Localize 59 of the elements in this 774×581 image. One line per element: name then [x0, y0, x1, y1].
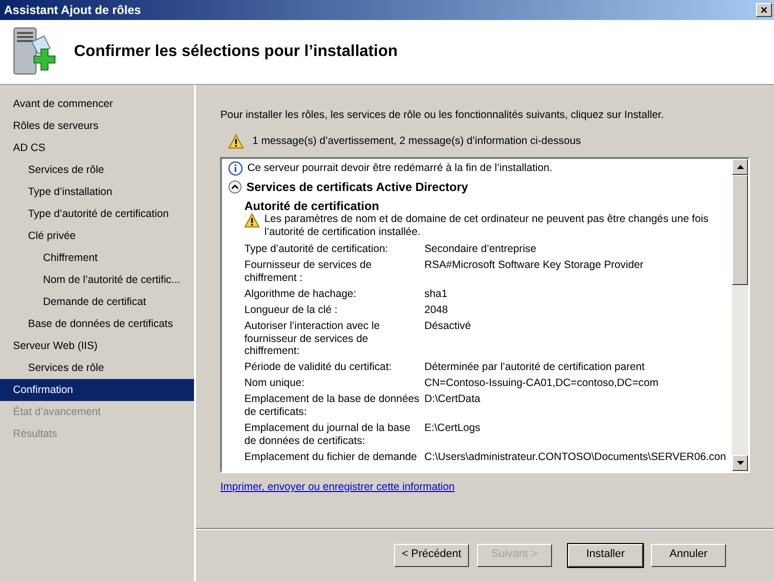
warning-message: Les paramètres de nom et de domaine de cet ordinateur ne peuvent pas être changés une fois l’autorité de certification installée. — [264, 213, 710, 240]
field-value: 2048 — [424, 304, 448, 317]
print-link[interactable]: Imprimer, envoyer ou enregistrer cette information — [220, 480, 455, 494]
wizard-button[interactable]: < Précédent — [394, 544, 469, 566]
info-icon — [228, 160, 244, 176]
field-value: Déterminée par l’autorité de certification parent — [424, 361, 645, 374]
field-value: Désactivé — [424, 320, 471, 334]
field-label: Autoriser l’interaction avec le fournisseur de services de chiffrement: — [244, 320, 381, 358]
field-label: Type d’autorité de certification: — [244, 243, 390, 256]
field-value: RSA#Microsoft Software Key Storage Provider — [424, 258, 644, 273]
section-title: Services de certificats Active Directory — [246, 180, 468, 195]
sidebar-item[interactable]: Type d’autorité de certification — [0, 203, 194, 225]
sidebar-item[interactable]: Demande de certificat — [0, 291, 194, 313]
field-label: Nom unique: — [244, 377, 306, 390]
sidebar-item: État d’avancement — [12, 404, 102, 420]
close-button[interactable]: × — [756, 3, 772, 17]
window-title: Assistant Ajout de rôles — [4, 2, 141, 18]
scroll-up-button[interactable] — [732, 158, 748, 175]
sidebar-item[interactable]: Nom de l’autorité de certific... — [0, 269, 194, 291]
field-value: E:\CertLogs — [424, 422, 480, 436]
field-label: Emplacement du journal de la base de données de certificats: — [244, 422, 412, 448]
wizard-button[interactable]: Installer — [568, 544, 643, 566]
sidebar-item[interactable]: Services de rôle — [0, 357, 194, 379]
warning-icon — [228, 134, 244, 149]
scroll-thumb[interactable] — [732, 174, 748, 285]
wizard-button[interactable]: Annuler — [651, 544, 726, 566]
field-value: C:\Users\administrateur.CONTOSO\Documents\SERVER06.con — [424, 450, 726, 464]
sidebar-item[interactable]: Services de rôle — [0, 159, 194, 181]
page-heading: Confirmer les sélections pour l’installation — [74, 42, 398, 62]
field-label: Algorithme de hachage: — [244, 288, 358, 301]
collapse-icon[interactable] — [228, 180, 242, 194]
field-label: Longueur de la clé : — [244, 304, 338, 317]
field-label: Emplacement du fichier de demande — [244, 450, 418, 464]
sidebar-item[interactable]: Clé privée — [0, 225, 194, 247]
field-label: Fournisseur de services de chiffrement : — [244, 258, 373, 285]
sidebar-item[interactable]: AD CS — [0, 137, 194, 159]
warning-icon — [244, 213, 260, 228]
sidebar-item[interactable]: Rôles de serveurs — [0, 115, 194, 137]
sidebar-item[interactable]: Serveur Web (IIS) — [0, 335, 194, 357]
info-message: Ce serveur pourrait devoir être redémarré à la fin de l’installation. — [247, 162, 552, 175]
field-label: Période de validité du certificat: — [244, 361, 393, 374]
scroll-down-button[interactable] — [732, 454, 748, 471]
field-value: D:\CertData — [424, 393, 480, 408]
field-value: Secondaire d’entreprise — [424, 243, 536, 256]
field-label: Emplacement de la base de données de certificats: — [244, 393, 420, 420]
field-value: CN=Contoso-Issuing-CA01,DC=contoso,DC=com — [424, 377, 658, 390]
sidebar-item[interactable]: Avant de commencer — [0, 93, 194, 115]
sidebar-item[interactable]: Chiffrement — [0, 247, 194, 269]
intro-text: Pour installer les rôles, les services de rôle ou les fonctionnalités suivants, cliquez sur Installer. — [220, 109, 665, 122]
down-arrow-icon — [736, 460, 744, 465]
sidebar-item[interactable]: Base de données de certificats — [0, 313, 194, 335]
field-value: sha1 — [424, 288, 448, 301]
sidebar-item: Résultats — [12, 427, 58, 442]
subsection-title: Autorité de certification — [244, 198, 380, 214]
summary-text: 1 message(s) d’avertissement, 2 message(s) d’information ci-dessous — [252, 134, 581, 148]
sidebar-item[interactable]: Type d’installation — [0, 181, 194, 203]
up-arrow-icon — [736, 164, 744, 169]
sidebar-item[interactable]: Confirmation — [0, 379, 194, 401]
scrollbar[interactable] — [732, 158, 748, 471]
